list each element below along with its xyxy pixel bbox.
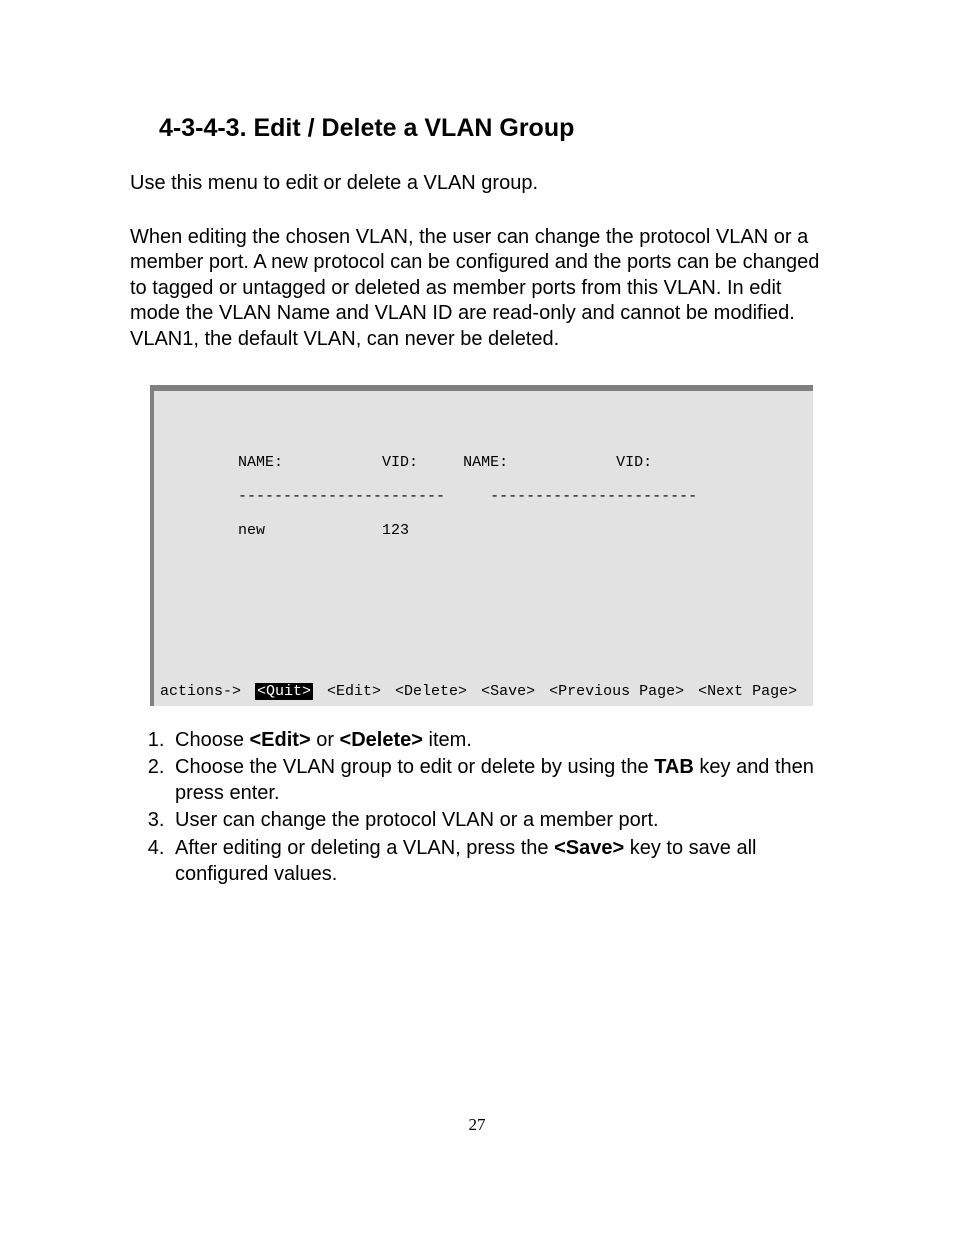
step-1-text-a: Choose bbox=[175, 729, 250, 751]
step-2-text-a: Choose the VLAN group to edit or delete … bbox=[175, 756, 654, 778]
action-previous-page[interactable]: <Previous Page> bbox=[549, 683, 684, 700]
actions-label: actions-> bbox=[160, 683, 241, 700]
document-page: 4-3-4-3. Edit / Delete a VLAN Group Use … bbox=[0, 0, 954, 1235]
step-1: Choose <Edit> or <Delete> item. bbox=[170, 728, 824, 754]
step-4-text-a: After editing or deleting a VLAN, press … bbox=[175, 837, 554, 859]
dashes-left: ----------------------- bbox=[238, 488, 445, 505]
row0-vid: 123 bbox=[382, 522, 409, 539]
intro-paragraph: Use this menu to edit or delete a VLAN g… bbox=[130, 171, 824, 197]
col-right-vid-header: VID: bbox=[616, 454, 652, 471]
body-paragraph: When editing the chosen VLAN, the user c… bbox=[130, 225, 824, 353]
terminal-window: NAME: VID: NAME: VID: ------------------… bbox=[150, 385, 813, 706]
action-save[interactable]: <Save> bbox=[481, 683, 535, 700]
action-delete[interactable]: <Delete> bbox=[395, 683, 467, 700]
terminal-body: NAME: VID: NAME: VID: ------------------… bbox=[154, 391, 813, 675]
action-quit[interactable]: <Quit> bbox=[255, 683, 313, 700]
action-next-page[interactable]: <Next Page> bbox=[698, 683, 797, 700]
page-number: 27 bbox=[0, 1115, 954, 1135]
terminal-screenshot: NAME: VID: NAME: VID: ------------------… bbox=[130, 385, 824, 706]
section-heading: 4-3-4-3. Edit / Delete a VLAN Group bbox=[159, 114, 824, 143]
step-1-edit: <Edit> bbox=[250, 729, 311, 751]
col-left-name-header: NAME: bbox=[238, 454, 283, 471]
terminal-actions-bar: actions-> <Quit> <Edit> <Delete> <Save> … bbox=[154, 675, 813, 706]
action-edit[interactable]: <Edit> bbox=[327, 683, 381, 700]
step-2-tab: TAB bbox=[654, 756, 694, 778]
step-1-text-c: or bbox=[311, 729, 340, 751]
col-left-vid-header: VID: bbox=[382, 454, 418, 471]
col-right-name-header: NAME: bbox=[463, 454, 508, 471]
step-1-text-e: item. bbox=[423, 729, 472, 751]
step-3: User can change the protocol VLAN or a m… bbox=[170, 808, 824, 834]
step-1-delete: <Delete> bbox=[340, 729, 423, 751]
row0-name: new bbox=[238, 522, 265, 539]
step-2: Choose the VLAN group to edit or delete … bbox=[170, 755, 824, 806]
instruction-list: Choose <Edit> or <Delete> item. Choose t… bbox=[130, 728, 824, 888]
step-4: After editing or deleting a VLAN, press … bbox=[170, 836, 824, 887]
dashes-right: ----------------------- bbox=[490, 488, 697, 505]
step-4-save: <Save> bbox=[554, 837, 624, 859]
